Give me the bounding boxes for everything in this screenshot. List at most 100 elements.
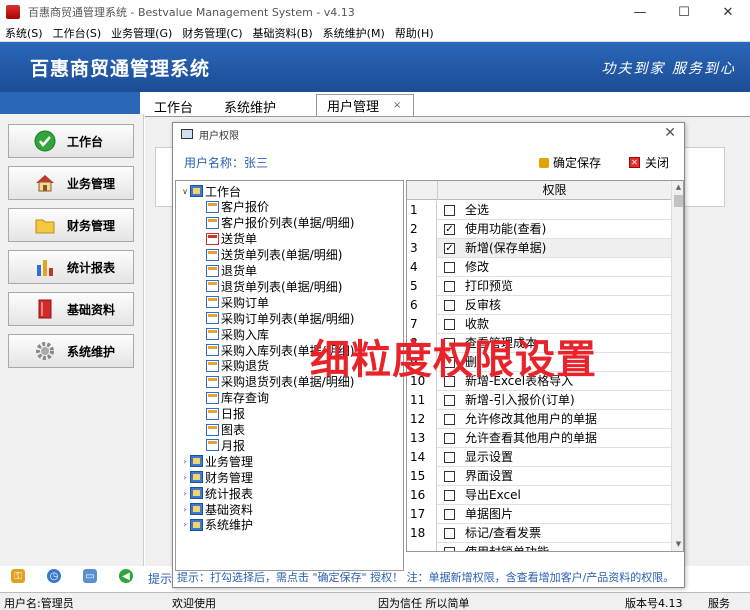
key-icon[interactable]: ⚿ [11,569,25,583]
sidebar-item-workbench[interactable]: 工作台 [8,124,134,158]
permission-label: 使用封锁单功能 [465,545,550,552]
permission-checkbox[interactable] [444,547,455,551]
permission-row[interactable]: 11 新增-引入报价(订单) [407,391,671,410]
permission-row[interactable]: 使用封锁单功能 [407,543,671,552]
tree-node[interactable]: 送货单列表(单据/明细) [206,247,342,263]
scroll-down-icon[interactable]: ▼ [672,538,683,551]
tree-node[interactable]: 图表 [206,422,245,438]
collapsed-chevron-icon[interactable]: › [180,457,190,466]
tree-node[interactable]: › 基础资料 [180,501,253,517]
permission-row[interactable]: 17 单据图片 [407,505,671,524]
tree-node-label: 退货单列表(单据/明细) [221,279,343,294]
permission-checkbox[interactable] [444,300,455,311]
permission-row[interactable]: 1 全选 [407,201,671,220]
sidebar-item-maintenance[interactable]: 系统维护 [8,334,134,368]
row-number: 2 [407,220,437,239]
permission-checkbox[interactable]: ✓ [444,224,455,235]
tab-user-management[interactable]: 用户管理 × [316,94,414,116]
tree-node[interactable]: › 财务管理 [180,469,253,485]
close-button[interactable]: ✕ 关闭 [629,154,669,171]
lock-icon [539,157,549,168]
tab-workbench[interactable]: 工作台 [144,96,214,116]
tab-close-icon[interactable]: × [393,100,401,111]
permission-row[interactable]: 5 打印预览 [407,277,671,296]
collapsed-chevron-icon[interactable]: › [180,520,190,529]
permission-checkbox[interactable] [444,205,455,216]
permission-row[interactable]: 15 界面设置 [407,467,671,486]
permission-checkbox[interactable] [444,433,455,444]
dialog-close-icon[interactable]: ✕ [664,125,676,141]
tree-node[interactable]: 采购订单 [206,294,269,310]
menu-basic-data[interactable]: 基础资料(B) [248,25,318,41]
tree-node[interactable]: 日报 [206,406,245,422]
tree-node[interactable]: 退货单 [206,263,257,279]
permission-checkbox[interactable] [444,471,455,482]
tree-node-label: 工作台 [205,184,242,199]
monitor-icon[interactable]: ▭ [83,569,97,583]
clock-icon[interactable]: ◷ [47,569,61,583]
permission-row[interactable]: 12 允许修改其他用户的单据 [407,410,671,429]
sidebar-item-business[interactable]: 业务管理 [8,166,134,200]
permission-checkbox[interactable] [444,452,455,463]
collapsed-chevron-icon[interactable]: › [180,473,190,482]
permission-checkbox[interactable] [444,395,455,406]
permission-row[interactable]: 4 修改 [407,258,671,277]
tree-node[interactable]: 退货单列表(单据/明细) [206,278,342,294]
row-number: 3 [407,239,437,258]
collapsed-chevron-icon[interactable]: › [180,505,190,514]
permission-row[interactable]: 13 允许查看其他用户的单据 [407,429,671,448]
permission-row[interactable]: 16 导出Excel [407,486,671,505]
sidebar-item-finance[interactable]: 财务管理 [8,208,134,242]
tree-node-label: 月报 [221,438,246,453]
tree-node[interactable]: ∨ 工作台 [180,183,241,199]
maximize-button[interactable]: ☐ [662,0,706,24]
permission-checkbox[interactable]: ✓ [444,243,455,254]
tree-node[interactable]: 采购入库 [206,326,269,342]
title-bar: 百惠商贸通管理系统 - Bestvalue Management System … [0,0,750,24]
permission-checkbox[interactable] [444,281,455,292]
permission-row[interactable]: 2 ✓ 使用功能(查看) [407,220,671,239]
tree-node[interactable]: › 统计报表 [180,485,253,501]
permission-checkbox[interactable] [444,414,455,425]
tree-node[interactable]: 送货单 [206,231,257,247]
save-button-label: 确定保存 [553,156,602,170]
grid-scrollbar[interactable]: ▲ ▼ [671,181,683,551]
tree-node[interactable]: › 业务管理 [180,453,253,469]
tree-node[interactable]: 月报 [206,437,245,453]
tree-node[interactable]: 客户报价 [206,199,269,215]
permission-checkbox[interactable] [444,262,455,273]
scroll-thumb[interactable] [674,195,683,207]
scroll-up-icon[interactable]: ▲ [672,181,683,194]
permission-checkbox[interactable] [444,509,455,520]
menu-maintenance[interactable]: 系统维护(M) [318,25,390,41]
save-button[interactable]: 确定保存 [539,154,601,171]
menu-help[interactable]: 帮助(H) [390,25,439,41]
menu-workbench[interactable]: 工作台(S) [48,25,107,41]
tree-node[interactable]: › 系统维护 [180,517,253,533]
tree-node[interactable]: 采购退货 [206,358,269,374]
page-icon [206,344,219,356]
tree-node[interactable]: 库存查询 [206,390,269,406]
permission-row[interactable]: 14 显示设置 [407,448,671,467]
expanded-chevron-icon[interactable]: ∨ [180,187,190,196]
close-window-button[interactable]: ✕ [706,0,750,24]
tree-node-label: 客户报价列表(单据/明细) [221,216,355,231]
row-number: 17 [407,505,437,524]
permission-checkbox[interactable] [444,528,455,539]
tree-node[interactable]: 采购订单列表(单据/明细) [206,310,354,326]
minimize-button[interactable]: — [618,0,662,24]
permission-row[interactable]: 6 反审核 [407,296,671,315]
sidebar-item-reports[interactable]: 统计报表 [8,250,134,284]
permission-row[interactable]: 3 ✓ 新增(保存单据) [407,239,671,258]
page-icon [206,296,219,309]
menu-business[interactable]: 业务管理(G) [106,25,177,41]
permission-row[interactable]: 18 标记/查看发票 [407,524,671,543]
collapsed-chevron-icon[interactable]: › [180,489,190,498]
sidebar-item-basic-data[interactable]: 基础资料 [8,292,134,326]
tree-node[interactable]: 客户报价列表(单据/明细) [206,215,354,231]
permission-checkbox[interactable] [444,490,455,501]
exit-icon[interactable]: ◀ [119,569,133,583]
menu-finance[interactable]: 财务管理(C) [177,25,247,41]
menu-system[interactable]: 系统(S) [0,25,48,41]
tab-maintenance[interactable]: 系统维护 [214,96,316,116]
